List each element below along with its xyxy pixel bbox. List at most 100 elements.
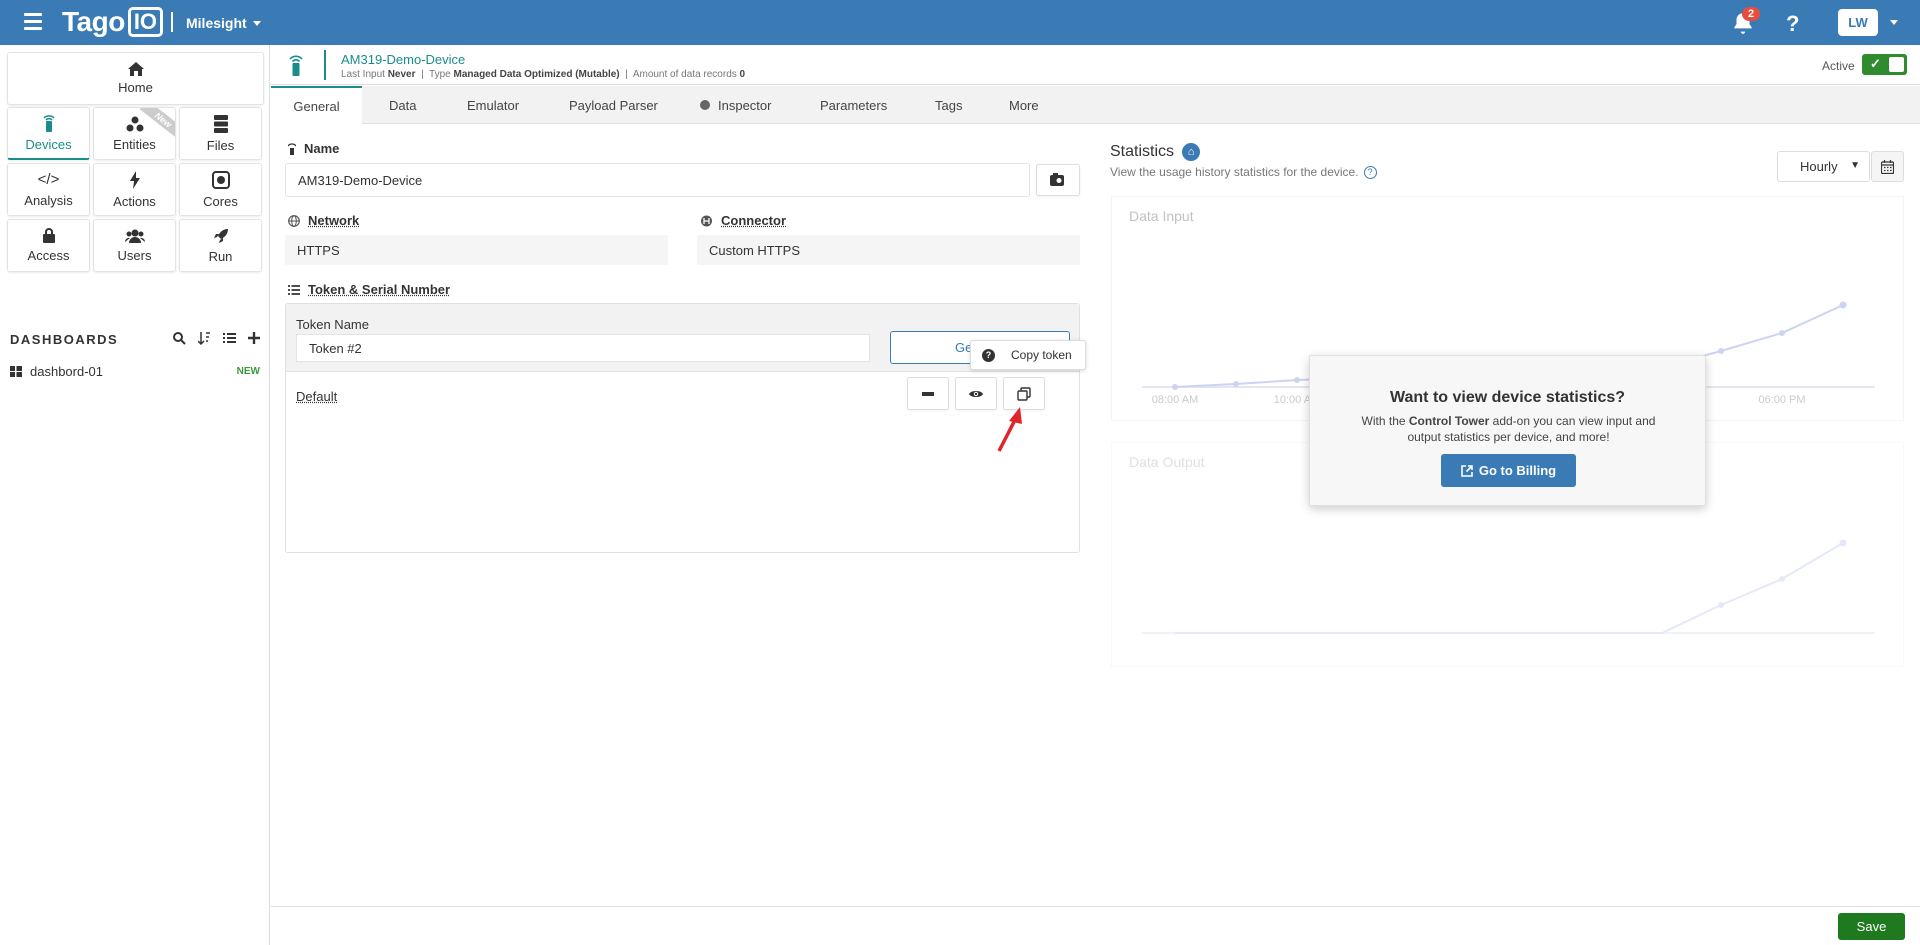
footer-bar: Save xyxy=(271,906,1920,945)
token-name-input[interactable]: Token #2 xyxy=(296,334,870,362)
store-icon: ⌂ xyxy=(1182,143,1201,161)
show-token-button[interactable] xyxy=(955,377,997,410)
tab-general[interactable]: General xyxy=(271,86,362,124)
sidebar-item-analysis[interactable]: </> Analysis xyxy=(7,163,90,216)
tab-label: Payload Parser xyxy=(569,97,658,113)
sidebar-item-home[interactable]: Home xyxy=(7,52,264,105)
network-section-label: Network xyxy=(288,213,359,228)
help-icon[interactable]: ? xyxy=(1363,165,1377,179)
dashboard-tools xyxy=(173,332,260,345)
sidebar-item-run[interactable]: Run xyxy=(179,219,262,272)
list-icon[interactable] xyxy=(223,332,236,345)
external-link-icon xyxy=(1461,464,1473,477)
sidebar-item-label: Access xyxy=(27,248,70,263)
last-input-label: Last Input xyxy=(341,69,385,80)
search-icon[interactable] xyxy=(173,332,186,345)
help-icon[interactable]: ? xyxy=(1786,11,1799,37)
sidebar-item-actions[interactable]: Actions xyxy=(93,163,176,216)
dashboard-item[interactable]: dashbord-01 NEW xyxy=(10,364,260,379)
calendar-button[interactable] xyxy=(1871,151,1904,182)
sidebar-item-files[interactable]: Files xyxy=(179,107,262,160)
device-icon xyxy=(288,142,296,155)
sidebar-item-label: Cores xyxy=(203,193,238,209)
logo-box: IO xyxy=(127,7,164,37)
device-meta: Last Input Never | Type Managed Data Opt… xyxy=(341,69,746,80)
logo-divider xyxy=(171,12,173,32)
lock-icon xyxy=(42,228,55,243)
connector-section-label: Connector xyxy=(700,213,786,228)
sidebar-item-access[interactable]: Access xyxy=(7,219,90,272)
chart-title: Data Input xyxy=(1129,208,1194,224)
chevron-down-icon xyxy=(252,20,261,26)
new-badge: NEW xyxy=(236,366,260,377)
sort-icon[interactable] xyxy=(198,332,211,345)
delete-token-button[interactable] xyxy=(907,377,949,410)
tab-label: Tags xyxy=(935,97,963,113)
dashboard-icon xyxy=(10,366,22,377)
token-label: Token & Serial Number xyxy=(308,282,451,297)
notification-badge: 2 xyxy=(1742,7,1761,21)
sidebar-item-label: Actions xyxy=(113,193,156,209)
tab-emulator[interactable]: Emulator xyxy=(467,86,519,124)
profile-switcher[interactable]: Milesight xyxy=(186,15,261,31)
network-value: HTTPS xyxy=(285,235,668,265)
sidebar-item-label: Run xyxy=(208,248,233,264)
type-label: Type xyxy=(429,69,451,80)
device-tabs: General Data Emulator Payload Parser Ins… xyxy=(271,86,1920,124)
name-section-label: Name xyxy=(288,141,339,156)
tab-tags[interactable]: Tags xyxy=(935,86,962,124)
records-value: 0 xyxy=(739,69,746,80)
billing-label: Go to Billing xyxy=(1478,463,1557,478)
tab-parameters[interactable]: Parameters xyxy=(820,86,887,124)
statistics-label: Statistics xyxy=(1110,143,1175,160)
save-button[interactable]: Save xyxy=(1838,913,1905,940)
toggle-knob xyxy=(1889,57,1904,72)
device-title: AM319-Demo-Device xyxy=(341,52,466,67)
sidebar: Home Devices New Entities Files </> Anal… xyxy=(0,45,270,945)
statistics-subtitle: View the usage history statistics for th… xyxy=(1110,165,1377,179)
records-label: Amount of data records xyxy=(632,69,737,80)
tab-more[interactable]: More xyxy=(1009,86,1039,124)
globe-icon xyxy=(288,214,300,227)
dashboards-header: DASHBOARDS xyxy=(10,332,260,348)
add-icon[interactable] xyxy=(248,332,260,344)
calendar-icon xyxy=(1881,159,1894,174)
dashboard-name: dashbord-01 xyxy=(30,364,103,379)
question-icon: ? xyxy=(982,348,995,362)
sidebar-item-devices[interactable]: Devices xyxy=(7,107,90,160)
sidebar-item-cores[interactable]: Cores xyxy=(179,163,262,216)
popup-body-bold: Control Tower xyxy=(1408,414,1490,428)
sidebar-item-label: Analysis xyxy=(24,192,73,208)
device-name-input[interactable]: AM319-Demo-Device xyxy=(285,163,1030,197)
period-select[interactable]: Hourly ▼ xyxy=(1777,151,1870,182)
device-image-button[interactable] xyxy=(1036,164,1080,196)
tab-inspector[interactable]: Inspector xyxy=(700,86,771,124)
tab-data[interactable]: Data xyxy=(389,86,416,124)
device-header: AM319-Demo-Device Last Input Never | Typ… xyxy=(271,45,1920,85)
new-ribbon: New xyxy=(140,108,175,141)
eye-icon xyxy=(969,390,983,397)
tab-label: Data xyxy=(389,97,417,113)
x-tick-label: 06:00 PM xyxy=(1758,394,1805,406)
active-toggle[interactable]: ✓ xyxy=(1862,54,1907,75)
chevron-down-icon[interactable] xyxy=(1890,20,1898,25)
header-divider xyxy=(324,50,326,80)
token-form: Token Name Token #2 Ge xyxy=(286,304,1079,372)
minus-icon xyxy=(922,391,934,396)
profile-name: Milesight xyxy=(186,15,247,31)
tooltip-text: Copy token xyxy=(1011,348,1072,362)
tab-payload-parser[interactable]: Payload Parser xyxy=(569,86,658,124)
annotation-arrow-icon xyxy=(997,407,1022,452)
files-icon xyxy=(213,114,228,133)
tab-label: More xyxy=(1009,97,1039,113)
menu-icon[interactable] xyxy=(24,13,42,31)
sidebar-item-entities[interactable]: New Entities xyxy=(93,107,176,160)
tagoio-logo[interactable]: Tago IO xyxy=(62,6,164,37)
user-avatar[interactable]: LW xyxy=(1838,9,1878,36)
token-panel: Token Name Token #2 Ge Default xyxy=(285,303,1080,553)
chart-title: Data Output xyxy=(1129,454,1205,470)
go-to-billing-button[interactable]: Go to Billing xyxy=(1441,454,1576,487)
sidebar-item-users[interactable]: Users xyxy=(93,219,176,272)
connector-value: Custom HTTPS xyxy=(697,235,1080,265)
logo-text: Tago xyxy=(62,6,125,37)
